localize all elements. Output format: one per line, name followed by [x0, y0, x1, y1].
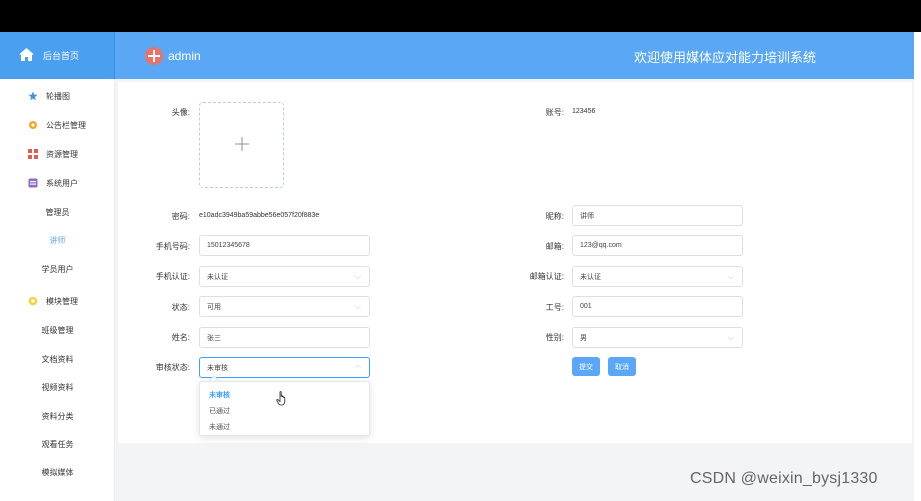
sidebar-sub-admin[interactable]: 管理员 — [0, 202, 115, 222]
sidebar-item-label: 资源管理 — [46, 149, 78, 159]
sidebar-sub-watch-tasks[interactable]: 观看任务 — [0, 434, 115, 454]
user-name[interactable]: admin — [168, 49, 201, 63]
sidebar: 轮播图 公告栏管理 资源管理 系统用户 管理员 讲师 学员用户 模块管理 班级管… — [0, 79, 115, 501]
cancel-button[interactable]: 取消 — [608, 357, 636, 376]
chevron-down-icon: ⌵ — [354, 302, 361, 311]
sidebar-sub-students[interactable]: 学员用户 — [0, 259, 115, 279]
name-field[interactable]: 张三 — [199, 327, 370, 348]
audit-select[interactable]: 未审核 ⌵ — [199, 357, 370, 378]
phone-value: 15012345678 — [207, 242, 250, 249]
job-no-value: 001 — [580, 303, 592, 310]
nickname-field[interactable]: 讲师 — [572, 205, 743, 226]
account-value: 123456 — [572, 108, 596, 115]
dropdown-option-pending[interactable]: 未审核 — [209, 390, 230, 400]
window-top-bar — [0, 0, 921, 32]
sidebar-sub-videos[interactable]: 视频资料 — [0, 377, 115, 397]
phone-label: 手机号码: — [155, 242, 190, 251]
status-label: 状态: — [171, 303, 190, 312]
bell-icon — [28, 120, 38, 130]
phone-verify-select[interactable]: 未认证 ⌵ — [199, 266, 370, 287]
nickname-label: 昵称: — [545, 212, 564, 221]
dropdown-option-rejected[interactable]: 未通过 — [209, 422, 230, 432]
phone-field[interactable]: 15012345678 — [199, 235, 370, 256]
sidebar-item-label: 模块管理 — [46, 296, 78, 306]
gender-label: 性别: — [545, 333, 564, 342]
chevron-down-icon: ⌵ — [354, 272, 361, 281]
app-header: 后台首页 admin 欢迎使用媒体应对能力培训系统 — [0, 32, 914, 79]
chevron-down-icon: ⌵ — [727, 333, 734, 342]
sidebar-sub-teacher[interactable]: 讲师 — [0, 230, 115, 250]
account-label: 账号: — [545, 108, 564, 117]
status-value: 可用 — [207, 303, 221, 311]
star-icon — [28, 91, 38, 101]
phone-verify-label: 手机认证: — [155, 272, 190, 281]
password-label: 密码: — [171, 212, 190, 221]
avatar-label: 头像: — [171, 108, 190, 117]
avatar-upload[interactable] — [199, 102, 284, 188]
admin-avatar-icon — [145, 46, 163, 65]
hand-cursor-icon — [276, 391, 288, 411]
email-label: 邮箱: — [545, 242, 564, 251]
system-title: 欢迎使用媒体应对能力培训系统 — [633, 50, 816, 65]
name-value: 张三 — [207, 334, 221, 342]
sidebar-sub-docs[interactable]: 文档资料 — [0, 349, 115, 369]
gender-select[interactable]: 男 ⌵ — [572, 327, 743, 348]
home-icon — [18, 47, 35, 64]
sidebar-item-resource[interactable]: 资源管理 — [0, 144, 115, 164]
home-link[interactable]: 后台首页 — [0, 32, 115, 79]
home-label: 后台首页 — [43, 51, 80, 61]
password-value: e10adc3949ba59abbe56e057f20f883e — [199, 212, 320, 219]
audit-label: 审核状态: — [155, 363, 190, 372]
gear-icon — [28, 296, 38, 306]
email-verify-select[interactable]: 未认证 ⌵ — [572, 266, 743, 287]
sidebar-sub-categories[interactable]: 资料分类 — [0, 406, 115, 426]
gender-value: 男 — [580, 334, 587, 342]
sidebar-item-carousel[interactable]: 轮播图 — [0, 86, 115, 106]
email-verify-value: 未认证 — [580, 273, 601, 281]
sidebar-item-system-users[interactable]: 系统用户 — [0, 173, 115, 193]
sidebar-sub-mock-media[interactable]: 模拟媒体 — [0, 462, 115, 482]
status-select[interactable]: 可用 ⌵ — [199, 296, 370, 317]
job-no-field[interactable]: 001 — [572, 296, 743, 317]
user-box-icon — [28, 178, 38, 188]
right-edge — [914, 32, 921, 501]
sidebar-sub-class[interactable]: 班级管理 — [0, 320, 115, 340]
job-no-label: 工号: — [545, 303, 564, 312]
grid-icon — [28, 149, 38, 159]
header-main: admin 欢迎使用媒体应对能力培训系统 — [115, 32, 914, 79]
audit-value: 未审核 — [207, 364, 228, 372]
nickname-value: 讲师 — [580, 212, 594, 220]
chevron-up-icon: ⌵ — [354, 363, 361, 372]
sidebar-item-label: 公告栏管理 — [46, 120, 86, 130]
plus-icon — [234, 135, 249, 156]
csdn-watermark: CSDN @weixin_bysj1330 — [690, 470, 878, 487]
phone-verify-value: 未认证 — [207, 273, 228, 281]
sidebar-item-modules[interactable]: 模块管理 — [0, 291, 115, 311]
sidebar-item-notice[interactable]: 公告栏管理 — [0, 115, 115, 135]
submit-button[interactable]: 提交 — [572, 357, 600, 376]
email-field[interactable]: 123@qq.com — [572, 235, 743, 256]
sidebar-item-label: 系统用户 — [46, 178, 78, 188]
name-label: 姓名: — [171, 333, 190, 342]
email-value: 123@qq.com — [580, 242, 622, 249]
chevron-down-icon: ⌵ — [727, 272, 734, 281]
sidebar-item-label: 轮播图 — [46, 91, 70, 101]
email-verify-label: 邮箱认证: — [529, 272, 564, 281]
dropdown-option-approved[interactable]: 已通过 — [209, 406, 230, 416]
